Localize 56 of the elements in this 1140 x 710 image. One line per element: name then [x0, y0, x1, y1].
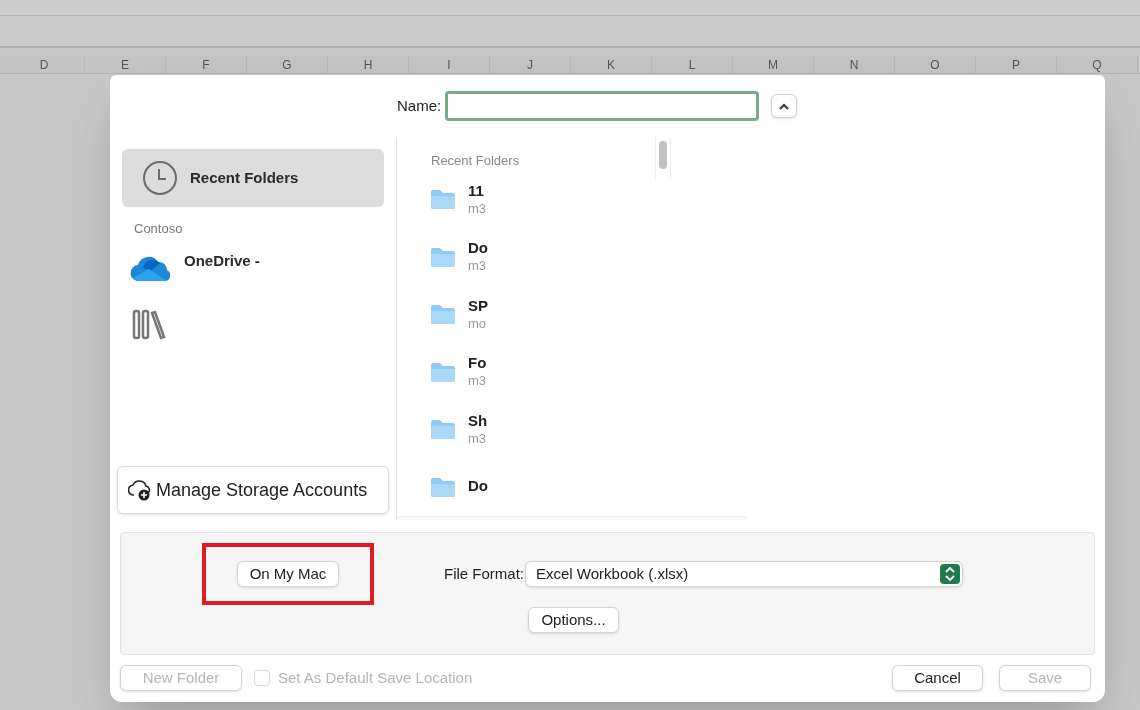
folder-name: Do	[468, 239, 488, 258]
folder-icon	[430, 360, 456, 383]
folder-name: 11	[468, 181, 485, 201]
column-header: F	[166, 56, 247, 73]
folder-name: Sh	[468, 411, 488, 431]
column-header: I	[409, 56, 490, 73]
folder-detail: m3	[468, 373, 487, 390]
folder-row[interactable]: Do m3	[430, 228, 630, 286]
folder-detail: mo	[468, 315, 488, 332]
file-format-label: File Format:	[444, 563, 524, 584]
column-header: O	[895, 56, 976, 73]
manage-storage-button[interactable]: Manage Storage Accounts	[117, 466, 389, 514]
column-header: K	[571, 56, 652, 73]
column-header: M	[733, 56, 814, 73]
on-my-mac-button[interactable]: On My Mac	[236, 561, 340, 587]
folder-icon	[430, 475, 456, 498]
column-header: P	[976, 56, 1057, 73]
cloud-add-icon	[128, 479, 152, 501]
folder-name: Fo	[468, 354, 487, 373]
clock-icon	[142, 160, 178, 196]
stepper-icon	[940, 564, 960, 584]
folder-detail: m3	[468, 430, 488, 447]
name-field[interactable]	[445, 91, 760, 121]
folder-row[interactable]: Fo m3	[430, 343, 630, 401]
expand-button[interactable]	[771, 94, 798, 118]
folder-detail: m3	[468, 258, 488, 275]
column-header: N	[814, 56, 895, 73]
folder-row[interactable]: Do	[430, 458, 630, 516]
column-header: H	[328, 56, 409, 73]
column-header: D	[4, 56, 85, 73]
chevron-up-icon	[779, 102, 790, 110]
column-header: Q	[1057, 56, 1138, 73]
folder-row[interactable]: SP mo	[430, 285, 630, 343]
folder-row[interactable]: 11 m3	[430, 170, 630, 228]
folder-icon	[430, 245, 456, 268]
options-button[interactable]: Options...	[528, 607, 619, 633]
folder-icon	[430, 303, 456, 326]
folder-detail: m3	[468, 200, 487, 217]
cancel-button[interactable]: Cancel	[892, 665, 983, 691]
folder-name: SP	[468, 296, 488, 316]
column-header: J	[490, 56, 571, 73]
list-header: Recent Folders	[431, 152, 521, 170]
column-header: L	[652, 56, 733, 73]
file-format-select[interactable]: Excel Workbook (.xlsx)	[525, 561, 963, 587]
sidebar-item[interactable]: Recent Folders	[122, 149, 384, 207]
folder-name: Do	[468, 477, 488, 497]
folder-icon	[430, 418, 456, 441]
folder-icon	[430, 188, 456, 211]
name-label: Name:	[397, 95, 442, 116]
column-header: G	[247, 56, 328, 73]
section-label: Contoso	[134, 220, 184, 238]
scrollbar-thumb[interactable]	[659, 141, 667, 169]
library-icon	[132, 307, 168, 340]
column-header: E	[85, 56, 166, 73]
sidebar-item[interactable]: OneDrive -	[122, 238, 292, 297]
folder-row[interactable]: Sh m3	[430, 400, 630, 458]
